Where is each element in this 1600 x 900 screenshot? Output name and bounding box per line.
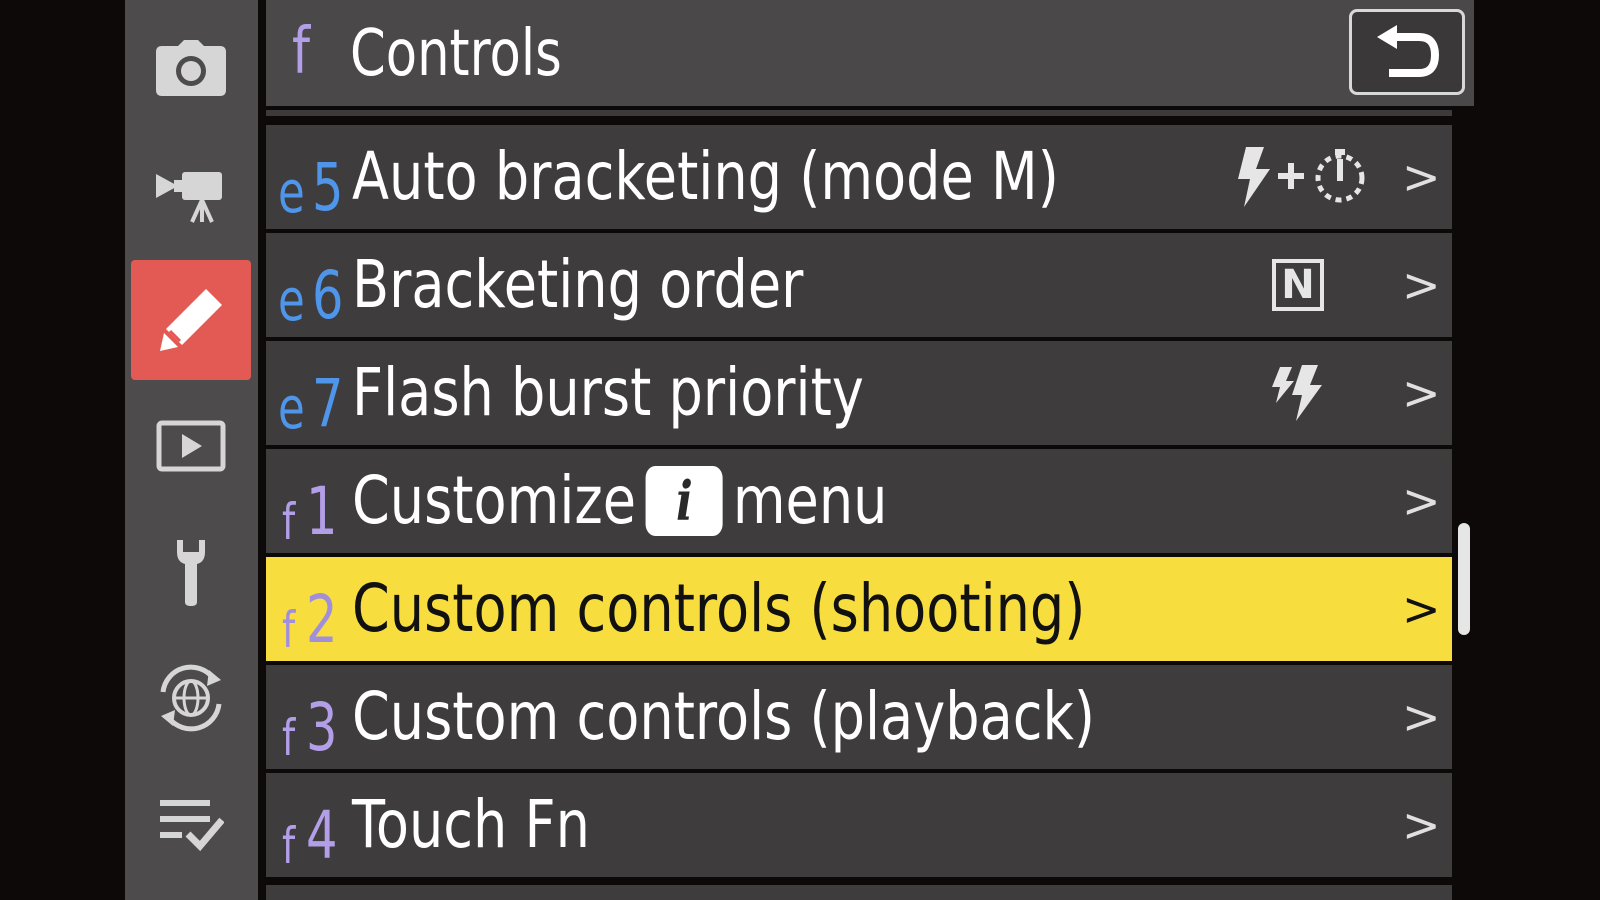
menu-tab-sidebar	[125, 0, 258, 900]
pencil-icon	[160, 289, 222, 351]
menu-item-e5[interactable]: e 5 Auto bracketing (mode M) >	[266, 125, 1452, 229]
camera-icon	[156, 40, 226, 96]
camera-menu-screen: f Controls e 5 Auto bracketing (mode M)	[0, 0, 1600, 900]
menu-list: e 5 Auto bracketing (mode M) > e 6 Brack…	[266, 125, 1452, 881]
item-label: Customize i menu	[352, 449, 887, 553]
item-code-number: 4	[306, 797, 338, 874]
item-label: Auto bracketing (mode M)	[352, 138, 1059, 215]
item-label: Flash burst priority	[352, 354, 864, 431]
my-menu-icon	[160, 800, 224, 852]
item-label: Custom controls (playback)	[352, 678, 1095, 755]
chevron-right-icon: >	[1402, 258, 1441, 312]
wrench-icon	[177, 540, 205, 606]
item-label: Custom controls (shooting)	[352, 570, 1086, 647]
item-code-letter: f	[282, 601, 296, 659]
item-code-number: 7	[312, 365, 344, 442]
playback-icon	[156, 420, 226, 472]
chevron-right-icon: >	[1402, 798, 1441, 852]
return-arrow-icon	[1377, 25, 1439, 77]
menu-item-e6[interactable]: e 6 Bracketing order N >	[266, 233, 1452, 337]
network-icon	[160, 664, 222, 732]
menu-item-f1[interactable]: f 1 Customize i menu >	[266, 449, 1452, 553]
chevron-right-icon: >	[1402, 690, 1441, 744]
scrollbar-thumb[interactable]	[1458, 523, 1470, 635]
menu-item-f4[interactable]: f 4 Touch Fn >	[266, 773, 1452, 877]
chevron-right-icon: >	[1402, 366, 1441, 420]
tab-custom-settings[interactable]	[131, 260, 251, 380]
tab-photo-shooting[interactable]	[131, 8, 251, 128]
back-button[interactable]	[1349, 9, 1465, 95]
item-code-letter: e	[278, 374, 305, 442]
next-row-peek	[266, 885, 1452, 900]
n-box-label: N	[1272, 259, 1324, 311]
menu-item-f3[interactable]: f 3 Custom controls (playback) >	[266, 665, 1452, 769]
tab-setup[interactable]	[131, 512, 251, 632]
item-code-letter: e	[278, 266, 305, 334]
item-code-number: 6	[312, 257, 344, 334]
item-code: f 3	[278, 665, 358, 769]
scrollbar[interactable]	[1456, 125, 1476, 900]
chevron-right-icon: >	[1402, 150, 1441, 204]
item-label-part: Customize	[352, 462, 637, 539]
flash-plus-speed-icon	[1236, 125, 1376, 229]
menu-group-letter: f	[292, 15, 311, 89]
menu-item-e7[interactable]: e 7 Flash burst priority >	[266, 341, 1452, 445]
tab-playback[interactable]	[131, 386, 251, 506]
flash-burst-icon	[1272, 341, 1332, 445]
item-code-letter: f	[282, 817, 296, 875]
item-code-number: 5	[312, 149, 344, 226]
i-menu-icon: i	[645, 465, 723, 536]
item-code-letter: f	[282, 493, 296, 551]
tab-network[interactable]	[131, 638, 251, 758]
item-code-letter: e	[278, 158, 305, 226]
movie-camera-icon	[156, 172, 222, 223]
item-code: e 5	[278, 125, 358, 229]
item-label-part: menu	[732, 462, 888, 539]
tab-my-menu[interactable]	[131, 764, 251, 884]
menu-item-f2[interactable]: f 2 Custom controls (shooting) >	[266, 557, 1452, 661]
item-code-number: 3	[306, 689, 338, 766]
chevron-right-icon: >	[1402, 474, 1441, 528]
item-code: e 6	[278, 233, 358, 337]
item-code-letter: f	[282, 709, 296, 767]
tab-video-recording[interactable]	[131, 134, 251, 254]
item-code: e 7	[278, 341, 358, 445]
chevron-right-icon: >	[1402, 582, 1441, 636]
divider	[266, 110, 1452, 116]
item-label: Bracketing order	[352, 246, 804, 323]
item-code: f 1	[278, 449, 358, 553]
n-box-icon: N	[1272, 233, 1324, 337]
page-title: Controls	[350, 17, 562, 91]
item-label: Touch Fn	[352, 786, 590, 863]
item-code: f 2	[278, 557, 358, 661]
item-code-number: 1	[306, 473, 338, 550]
item-code-number: 2	[306, 581, 338, 658]
item-code: f 4	[278, 773, 358, 877]
